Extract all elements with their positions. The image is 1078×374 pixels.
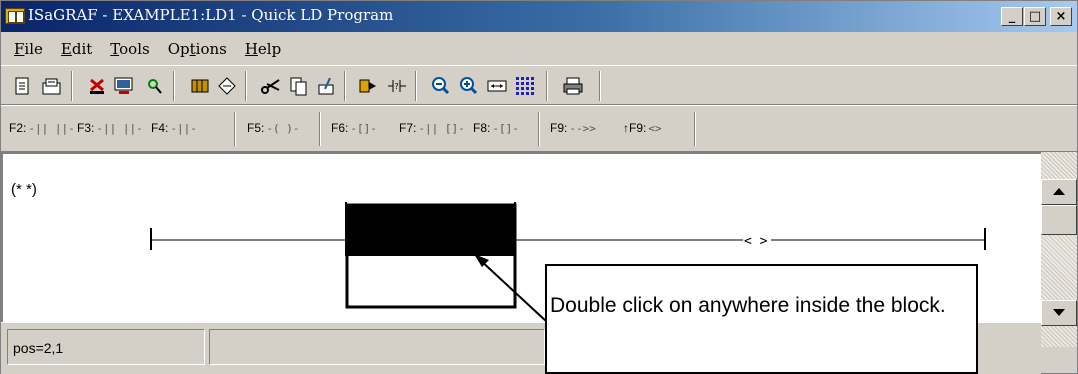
function-block[interactable] <box>345 202 517 309</box>
navigate-icon[interactable] <box>215 74 239 98</box>
fkey-f9-jump[interactable]: F9: -->> <box>550 121 596 135</box>
fkey-f3-label: F3: <box>77 121 95 135</box>
scrollbar-thumb[interactable] <box>1041 205 1077 235</box>
coil-symbol[interactable]: < > <box>744 234 768 249</box>
svg-text:?: ? <box>395 82 399 91</box>
function-key-toolbar: F2: -|| ||- F3: -|| ||- F4: -||- F5: -( )- F… <box>1 105 1077 152</box>
block-right-icon: -|| []- <box>418 122 465 135</box>
library-icon[interactable] <box>188 74 212 98</box>
fkey-f5-coil[interactable]: F5: -( )- <box>247 121 299 135</box>
copy-icon[interactable] <box>287 74 311 98</box>
minimize-button[interactable]: _ <box>1001 7 1023 26</box>
fkey-f6-label: F6: <box>331 121 349 135</box>
toolbar-separator <box>599 71 601 101</box>
menu-tools[interactable]: Tools <box>101 40 158 58</box>
toolbar-separator <box>415 71 417 101</box>
vertical-scrollbar[interactable] <box>1041 152 1077 347</box>
fkey-f3-contact[interactable]: F3: -|| ||- <box>77 121 143 135</box>
isagraf-app-icon[interactable] <box>5 8 25 24</box>
zoom-out-icon[interactable] <box>429 74 453 98</box>
menu-options[interactable]: Options <box>159 40 236 58</box>
grid-icon[interactable] <box>513 74 537 98</box>
menu-file[interactable]: File <box>5 40 52 58</box>
paste-icon[interactable] <box>314 74 338 98</box>
menu-help[interactable]: Help <box>236 40 290 58</box>
menu-tools-mnemonic: T <box>110 39 120 58</box>
fkey-f7-label: F7: <box>399 121 417 135</box>
fkey-shift-f9-return[interactable]: ↑F9: <> <box>623 121 662 135</box>
maximize-button[interactable]: □ <box>1024 7 1046 26</box>
return-icon: <> <box>648 122 662 135</box>
arrow-up-icon <box>1053 188 1065 195</box>
main-toolbar: ? <box>1 65 1077 105</box>
fkey-f2-contact[interactable]: F2: -|| ||- <box>9 121 75 135</box>
instruction-callout: Double click on anywhere inside the bloc… <box>545 264 978 374</box>
monitor-icon[interactable] <box>112 74 136 98</box>
toolbar-separator <box>344 71 346 101</box>
title-bar[interactable]: ISaGRAF - EXAMPLE1:LD1 - Quick LD Progra… <box>1 1 1077 32</box>
toolbar-separator <box>71 71 73 101</box>
fkey-f2-label: F2: <box>9 121 27 135</box>
cursor-position: pos=2,1 <box>13 340 64 356</box>
toolbar-separator <box>319 112 321 146</box>
delete-icon[interactable] <box>85 74 109 98</box>
toolbar-separator <box>234 112 236 146</box>
contact-edit-icon[interactable]: ? <box>385 74 409 98</box>
close-icon: × <box>1055 9 1067 24</box>
open-document-icon[interactable] <box>40 74 64 98</box>
fkey-f7-block[interactable]: F7: -|| []- <box>399 121 465 135</box>
menu-help-label: elp <box>257 39 282 58</box>
fit-width-icon[interactable] <box>485 74 509 98</box>
menu-options-label: ions <box>195 39 227 58</box>
cut-icon[interactable] <box>259 74 283 98</box>
toolbar-separator <box>546 71 548 101</box>
fkey-f8-block[interactable]: F8: -[]- <box>473 121 519 135</box>
contact-left-icon: -|| ||- <box>28 122 75 135</box>
fkey-f9-label: F9: <box>550 121 568 135</box>
callout-text: Double click on anywhere inside the bloc… <box>550 294 946 317</box>
toolbar-separator <box>694 112 696 146</box>
menu-tools-label: ools <box>119 39 150 58</box>
menu-help-mnemonic: H <box>244 39 258 58</box>
menu-edit-label: dit <box>71 39 93 58</box>
menu-edit[interactable]: Edit <box>52 40 101 58</box>
menu-file-mnemonic: F <box>14 39 25 58</box>
print-icon[interactable] <box>561 74 585 98</box>
function-block-header[interactable] <box>347 205 515 256</box>
fkey-f6-block[interactable]: F6: -[]- <box>331 121 377 135</box>
scroll-down-button[interactable] <box>1041 300 1077 326</box>
arrow-down-icon <box>1053 309 1065 316</box>
find-icon[interactable] <box>142 74 166 98</box>
parallel-block-icon: -[]- <box>492 122 519 135</box>
new-document-icon[interactable] <box>11 74 35 98</box>
parallel-contact-icon: -||- <box>170 122 197 135</box>
zoom-in-icon[interactable] <box>457 74 481 98</box>
menu-bar: File Edit Tools Options Help <box>1 32 1077 65</box>
fkey-f4-label: F4: <box>151 121 169 135</box>
status-position-pane: pos=2,1 <box>7 329 205 365</box>
menu-edit-mnemonic: E <box>60 39 72 58</box>
toolbar-separator <box>245 71 247 101</box>
insert-icon[interactable] <box>357 74 381 98</box>
menu-file-label: ile <box>24 39 43 58</box>
fkey-f4-parallel[interactable]: F4: -||- <box>151 121 197 135</box>
window-title: ISaGRAF - EXAMPLE1:LD1 - Quick LD Progra… <box>28 6 394 24</box>
fkey-f8-label: F8: <box>473 121 491 135</box>
toolbar-separator <box>173 71 175 101</box>
fkey-shift-f9-label: ↑F9: <box>623 121 647 135</box>
menu-options-prefix: Op <box>167 39 190 58</box>
maximize-icon: □ <box>1028 9 1042 24</box>
block-left-icon: -[]- <box>350 122 377 135</box>
coil-icon: -( )- <box>266 122 300 135</box>
jump-icon: -->> <box>569 122 596 135</box>
close-button[interactable]: × <box>1050 7 1072 26</box>
status-pane <box>209 329 545 365</box>
fkey-f5-label: F5: <box>247 121 265 135</box>
contact-right-icon: -|| ||- <box>96 122 143 135</box>
scroll-up-button[interactable] <box>1041 179 1077 205</box>
toolbar-separator <box>538 112 540 146</box>
minimize-icon: _ <box>1008 9 1016 24</box>
